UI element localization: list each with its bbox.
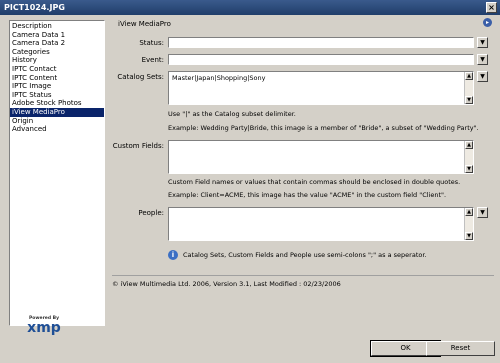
people-input[interactable]: ▲ ▼ xyxy=(168,207,474,241)
close-icon[interactable]: × xyxy=(486,2,497,13)
sidebar-item[interactable]: iView MediaPro xyxy=(10,107,104,117)
people-scrollbar[interactable]: ▲ ▼ xyxy=(464,208,473,240)
event-label: Event: xyxy=(141,56,164,64)
custom-fields-input[interactable]: ▲ ▼ xyxy=(168,140,474,174)
catalog-sets-input[interactable]: Master|Japan|Shopping|Sony ▲ ▼ xyxy=(168,71,474,105)
sidebar-item[interactable]: IPTC Status xyxy=(10,91,104,100)
sidebar-item[interactable]: IPTC Image xyxy=(10,82,104,91)
custom-fields-scrollbar[interactable]: ▲ ▼ xyxy=(464,141,473,173)
scroll-down-icon[interactable]: ▼ xyxy=(465,96,473,104)
sidebar-item[interactable]: Description xyxy=(10,22,104,31)
window-title: PICT1024.JPG xyxy=(4,3,65,12)
sidebar-item[interactable]: History xyxy=(10,56,104,65)
catalog-sets-example: Example: Wedding Party|Bride, this image… xyxy=(168,124,479,132)
people-label: People: xyxy=(138,209,164,217)
status-input[interactable] xyxy=(168,37,474,48)
status-dropdown-icon[interactable]: ▼ xyxy=(477,37,488,48)
iview-mediapro-panel: iView MediaPro ▸ Status: ▼ Event: ▼ Cata… xyxy=(112,17,494,323)
catalog-sets-value: Master|Japan|Shopping|Sony xyxy=(172,74,266,82)
catalog-sets-scrollbar[interactable]: ▲ ▼ xyxy=(464,72,473,104)
sidebar-item[interactable]: Adobe Stock Photos xyxy=(10,99,104,108)
sidebar-item[interactable]: IPTC Content xyxy=(10,74,104,83)
people-dropdown-icon[interactable]: ▼ xyxy=(477,207,488,218)
scroll-up-icon[interactable]: ▲ xyxy=(465,141,473,149)
catalog-sets-label: Catalog Sets: xyxy=(117,73,164,81)
panel-title: iView MediaPro xyxy=(118,20,171,28)
footer-copyright: © iView Multimedia Ltd. 2006, Version 3.… xyxy=(112,280,341,288)
event-input[interactable] xyxy=(168,54,474,65)
scroll-up-icon[interactable]: ▲ xyxy=(465,208,473,216)
sidebar-item[interactable]: Categories xyxy=(10,48,104,57)
reset-button[interactable]: Reset xyxy=(426,341,495,356)
sidebar-item[interactable]: Advanced xyxy=(10,125,104,134)
scroll-down-icon[interactable]: ▼ xyxy=(465,165,473,173)
event-dropdown-icon[interactable]: ▼ xyxy=(477,54,488,65)
scroll-down-icon[interactable]: ▼ xyxy=(465,232,473,240)
separator-note: i Catalog Sets, Custom Fields and People … xyxy=(168,250,427,260)
catalog-sets-note: Use "|" as the Catalog subset delimiter. xyxy=(168,110,296,118)
panel-menu-icon[interactable]: ▸ xyxy=(483,18,492,27)
footer-divider xyxy=(112,275,494,276)
category-list[interactable]: Description Camera Data 1 Camera Data 2 Cat… xyxy=(9,20,105,326)
custom-fields-note: Custom Field names or values that contai… xyxy=(168,178,461,186)
xmp-logo: Powered By xmp xyxy=(27,316,61,336)
window-titlebar: PICT1024.JPG × xyxy=(0,0,500,15)
sidebar-item[interactable]: IPTC Contact xyxy=(10,65,104,74)
sidebar-item[interactable]: Camera Data 1 xyxy=(10,31,104,40)
catalog-sets-dropdown-icon[interactable]: ▼ xyxy=(477,71,488,82)
info-icon: i xyxy=(168,250,178,260)
scroll-up-icon[interactable]: ▲ xyxy=(465,72,473,80)
sidebar-item[interactable]: Origin xyxy=(10,117,104,126)
status-label: Status: xyxy=(139,39,164,47)
sidebar-item[interactable]: Camera Data 2 xyxy=(10,39,104,48)
custom-fields-label: Custom Fields: xyxy=(112,142,164,150)
custom-fields-example: Example: Client=ACME, this image has the… xyxy=(168,191,447,199)
